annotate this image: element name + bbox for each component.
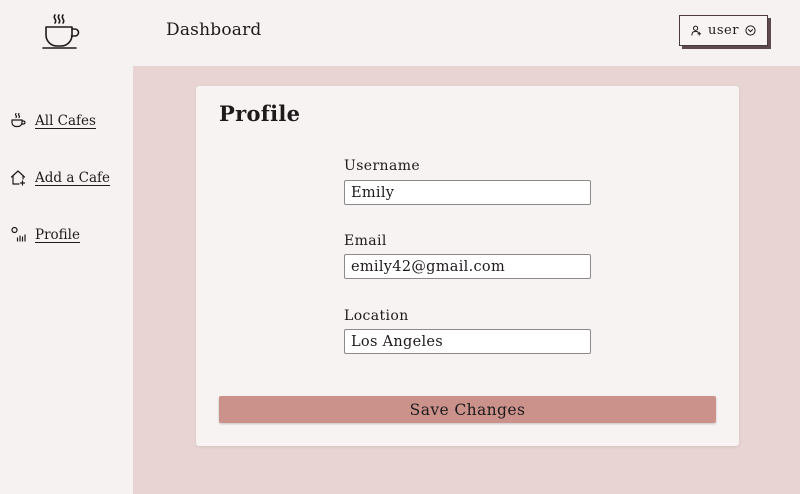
username-field[interactable] [344,180,591,205]
chevron-down-circle-icon [745,25,756,36]
sidebar-item-label: Add a Cafe [35,169,111,186]
sidebar-item-label: Profile [35,226,80,243]
location-field[interactable] [344,329,591,354]
sidebar-item-profile[interactable]: Profile [10,226,80,243]
page-title: Dashboard [166,20,262,40]
profile-stats-icon [11,226,26,242]
username-label: Username [344,158,421,174]
user-menu-label: user [708,23,739,38]
main-content: Profile Username Email Location Save Cha… [133,66,800,494]
sidebar-item-add-a-cafe[interactable]: Add a Cafe [10,169,110,186]
app-logo[interactable] [40,12,82,54]
user-icon [691,25,702,36]
coffee-cup-icon [42,14,80,49]
email-field[interactable] [344,254,591,279]
sidebar-item-label: All Cafes [35,112,96,129]
user-menu-button[interactable]: user [679,15,768,46]
coffee-cup-icon [11,112,26,128]
email-label: Email [344,233,387,249]
sidebar: All Cafes Add a Cafe Profile [0,66,133,494]
profile-card: Profile Username Email Location Save Cha… [196,86,739,446]
location-label: Location [344,308,409,324]
profile-title: Profile [219,101,301,126]
sidebar-item-all-cafes[interactable]: All Cafes [10,112,96,129]
house-plus-icon [10,170,26,186]
save-changes-button[interactable]: Save Changes [219,396,716,423]
